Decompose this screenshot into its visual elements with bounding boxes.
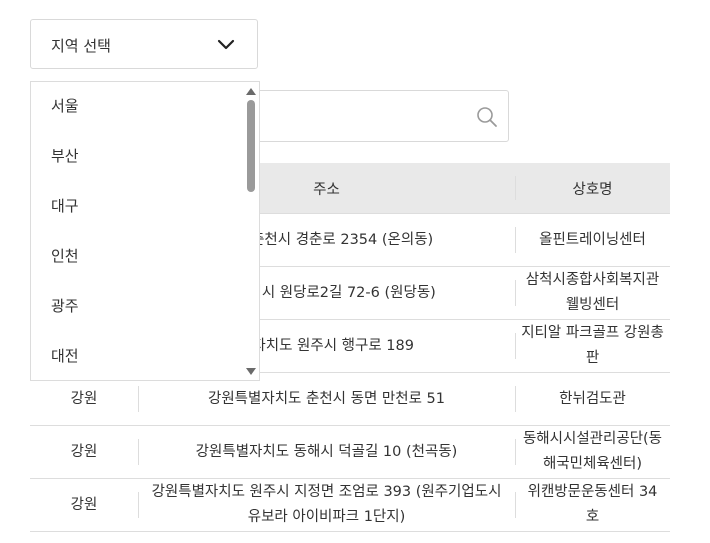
scroll-up-arrow-icon[interactable]: [246, 88, 256, 95]
cell-region: 강원: [30, 425, 138, 479]
dropdown-option-daegu[interactable]: 대구: [31, 181, 259, 231]
search-icon[interactable]: [476, 106, 498, 128]
column-header-name: 상호명: [515, 163, 670, 214]
cell-name: 한뉘검도관: [515, 372, 670, 426]
cell-address: 강원특별자치도 원주시 지정면 조엄로 393 (원주기업도시 유보라 아이비파…: [138, 478, 515, 532]
region-select[interactable]: 지역 선택: [30, 19, 258, 69]
cell-address: 강원특별자치도 동해시 덕골길 10 (천곡동): [138, 425, 515, 479]
table-row[interactable]: 강원 강원특별자치도 동해시 덕골길 10 (천곡동) 동해시시설관리공단(동해…: [30, 425, 670, 479]
scroll-down-arrow-icon[interactable]: [246, 368, 256, 375]
region-dropdown-list[interactable]: 서울 부산 대구 인천 광주 대전: [30, 81, 260, 381]
dropdown-option-seoul[interactable]: 서울: [31, 82, 259, 131]
dropdown-option-gwangju[interactable]: 광주: [31, 281, 259, 331]
dropdown-option-daejeon[interactable]: 대전: [31, 331, 259, 380]
cell-name: 동해시시설관리공단(동해국민체육센터): [515, 425, 670, 479]
dropdown-scrollbar[interactable]: [245, 82, 259, 380]
dropdown-option-busan[interactable]: 부산: [31, 131, 259, 181]
chevron-down-icon: [217, 39, 235, 50]
region-select-label: 지역 선택: [51, 37, 111, 55]
cell-name: 위캔방문운동센터 34호: [515, 478, 670, 532]
dropdown-option-incheon[interactable]: 인천: [31, 231, 259, 281]
cell-name: 올핀트레이닝센터: [515, 213, 670, 267]
search-input[interactable]: [260, 103, 464, 131]
search-field[interactable]: [247, 90, 509, 142]
cell-name: 삼척시종합사회복지관 웰빙센터: [515, 266, 670, 320]
table-row[interactable]: 강원 강원특별자치도 원주시 지정면 조엄로 393 (원주기업도시 유보라 아…: [30, 478, 670, 532]
scrollbar-thumb[interactable]: [247, 100, 255, 192]
cell-region: 강원: [30, 478, 138, 532]
cell-name: 지티알 파크골프 강원총판: [515, 319, 670, 373]
